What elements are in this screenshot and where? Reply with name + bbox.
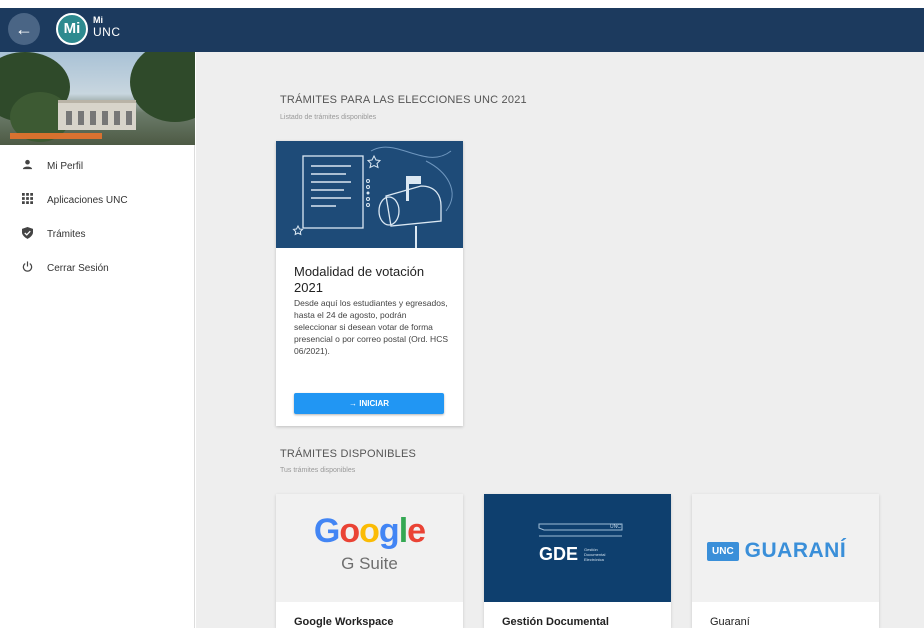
sidebar-item-mi-perfil[interactable]: Mi Perfil bbox=[0, 149, 194, 183]
app-name: Google Workspace bbox=[294, 616, 394, 628]
grid-icon bbox=[20, 193, 34, 207]
sidebar-item-aplicaciones[interactable]: Aplicaciones UNC bbox=[0, 183, 194, 217]
sidebar-item-label: Mi Perfil bbox=[47, 160, 84, 172]
guarani-unc-badge: UNC bbox=[707, 541, 739, 561]
person-icon bbox=[20, 159, 34, 173]
google-wordmark: Google bbox=[313, 512, 426, 550]
sidebar-item-label: Aplicaciones UNC bbox=[47, 194, 128, 206]
available-section-subtitle: Tus trámites disponibles bbox=[280, 467, 356, 474]
sidebar-item-cerrar-sesion[interactable]: Cerrar Sesión bbox=[0, 251, 194, 285]
google-gsuite-logo: Google G Suite bbox=[276, 494, 463, 602]
gde-unc-tag: UNC bbox=[610, 524, 621, 530]
app-name: Guaraní bbox=[710, 616, 750, 628]
sidebar-nav: Mi Perfil Aplicaciones UNC Trámites Cerr… bbox=[0, 145, 194, 285]
app-card-gestion-documental[interactable]: UNC GDE Gestión Documental Electrónica G… bbox=[484, 494, 671, 628]
gde-logo: UNC GDE Gestión Documental Electrónica bbox=[484, 494, 671, 602]
sidebar-item-label: Trámites bbox=[47, 228, 86, 240]
app-card-guarani[interactable]: UNC GUARANÍ Guaraní bbox=[692, 494, 879, 628]
gde-subtitle: Gestión Documental Electrónica bbox=[584, 547, 606, 562]
sidebar-item-tramites[interactable]: Trámites bbox=[0, 217, 194, 251]
main-content: TRÁMITES PARA LAS ELECCIONES UNC 2021 Li… bbox=[196, 52, 924, 628]
guarani-wordmark: GUARANÍ bbox=[744, 539, 847, 562]
mailbox-illustration bbox=[276, 141, 463, 248]
power-icon bbox=[20, 261, 34, 275]
iniciar-button[interactable]: → INICIAR bbox=[294, 393, 444, 414]
user-name-redacted bbox=[10, 133, 102, 139]
logo-unc-text: UNC bbox=[93, 25, 121, 39]
voting-mode-card: Modalidad de votación 2021 Desde aquí lo… bbox=[276, 141, 463, 426]
guarani-logo: UNC GUARANÍ bbox=[692, 494, 879, 602]
logo-text: Mi UNC bbox=[93, 14, 121, 38]
shield-check-icon bbox=[20, 226, 34, 242]
back-arrow-icon[interactable]: ← bbox=[8, 13, 40, 45]
sidebar: Mi Perfil Aplicaciones UNC Trámites Cerr… bbox=[0, 52, 195, 628]
app-name: Gestión Documental bbox=[502, 616, 609, 628]
available-section-title: TRÁMITES DISPONIBLES bbox=[280, 448, 417, 460]
card-title: Modalidad de votación 2021 bbox=[294, 264, 425, 295]
elections-section-subtitle: Listado de trámites disponibles bbox=[280, 114, 377, 121]
app-card-google-workspace[interactable]: Google G Suite Google Workspace bbox=[276, 494, 463, 628]
profile-cover-photo bbox=[0, 52, 195, 145]
sidebar-item-label: Cerrar Sesión bbox=[47, 262, 109, 274]
top-app-bar: ← Mi Mi UNC bbox=[0, 8, 924, 52]
gsuite-text: G Suite bbox=[341, 554, 398, 573]
gde-wordmark: GDE bbox=[539, 544, 579, 564]
mi-unc-logo[interactable]: Mi bbox=[56, 13, 88, 45]
card-description: Desde aquí los estudiantes y egresados, … bbox=[294, 298, 449, 356]
elections-section-title: TRÁMITES PARA LAS ELECCIONES UNC 2021 bbox=[280, 94, 527, 106]
